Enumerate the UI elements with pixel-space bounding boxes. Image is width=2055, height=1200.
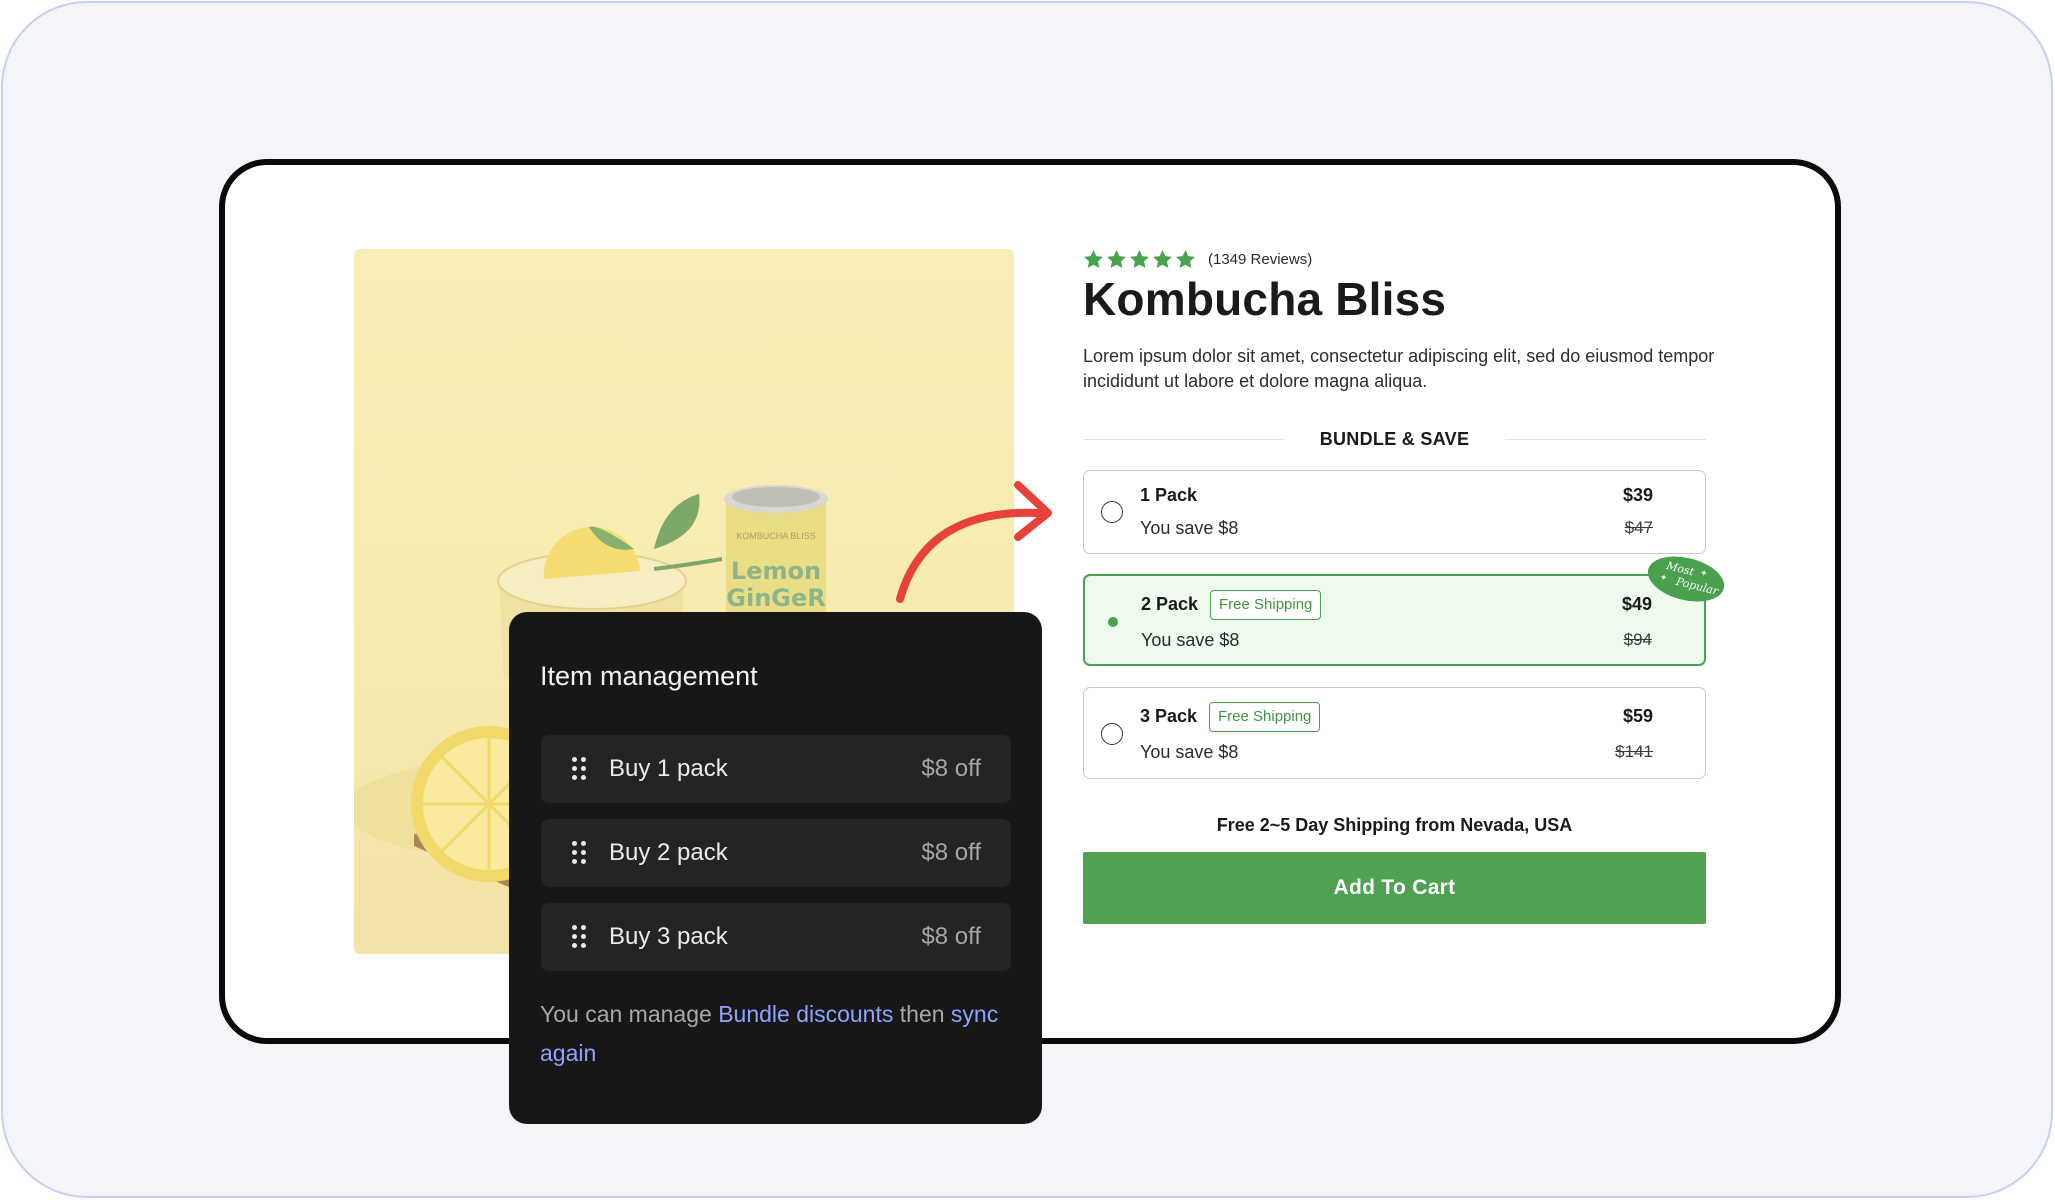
item-discount: $8 off — [921, 755, 981, 782]
option-name: 1 Pack — [1140, 485, 1198, 505]
star-icon — [1130, 249, 1149, 268]
item-label: Buy 2 pack — [609, 839, 728, 866]
drag-handle-icon[interactable] — [572, 925, 586, 949]
review-count[interactable]: (1349 Reviews) — [1208, 251, 1312, 268]
free-shipping-badge: Free Shipping — [1209, 702, 1321, 732]
radio-button[interactable] — [1101, 723, 1123, 745]
radio-button[interactable] — [1101, 501, 1123, 523]
free-shipping-badge: Free Shipping — [1210, 590, 1322, 620]
add-to-cart-button[interactable]: Add To Cart — [1083, 852, 1706, 924]
star-icon — [1084, 249, 1103, 268]
bundle-header: BUNDLE & SAVE — [1083, 428, 1706, 450]
footer-prefix: You can manage — [540, 1001, 712, 1027]
list-item[interactable]: Buy 1 pack $8 off — [541, 735, 1011, 803]
star-icon — [1176, 249, 1195, 268]
rating-row: (1349 Reviews) — [1083, 246, 1312, 272]
panel-title: Item management — [540, 661, 758, 691]
product-description: Lorem ipsum dolor sit amet, consectetur … — [1083, 346, 1715, 391]
list-item[interactable]: Buy 3 pack $8 off — [541, 903, 1011, 971]
option-price: $49 — [1621, 594, 1652, 614]
option-name: 2 Pack — [1141, 594, 1199, 614]
sparkle-icon: ✦ — [1658, 572, 1669, 585]
curved-arrow-icon — [896, 481, 1052, 603]
bundle-option-2-pack[interactable]: 2 Pack Free Shipping You save $8 $49 $94 — [1083, 574, 1706, 666]
star-icon — [1107, 249, 1126, 268]
option-price: $59 — [1622, 706, 1653, 726]
drag-handle-icon[interactable] — [572, 841, 586, 865]
popular-tag-line2: Popular — [1674, 574, 1720, 598]
bundle-option-1-pack[interactable]: 1 Pack You save $8 $39 $47 — [1083, 470, 1706, 554]
option-price: $39 — [1622, 485, 1653, 505]
bundle-option-3-pack[interactable]: 3 Pack Free Shipping You save $8 $59 $14… — [1083, 687, 1706, 779]
item-discount: $8 off — [921, 839, 981, 866]
can-brand: KOMBUCHA BLISS — [736, 531, 816, 541]
option-savings: You save $8 — [1140, 518, 1239, 538]
radio-button-selected[interactable] — [1102, 611, 1124, 633]
footer-middle: then — [899, 1001, 945, 1027]
divider — [1505, 438, 1706, 440]
option-savings: You save $8 — [1141, 630, 1240, 650]
divider — [1083, 438, 1284, 440]
drag-handle-icon[interactable] — [572, 757, 586, 781]
star-icon — [1153, 249, 1172, 268]
option-savings: You save $8 — [1140, 742, 1239, 762]
item-discount: $8 off — [921, 923, 981, 950]
bundle-discounts-link[interactable]: Bundle discounts — [718, 1001, 893, 1027]
panel-footer-text: You can manage Bundle discounts then syn… — [540, 995, 1010, 1073]
sparkle-icon: ✦ — [1698, 568, 1709, 580]
option-original-price: $141 — [1615, 742, 1653, 761]
item-label: Buy 1 pack — [609, 755, 728, 782]
option-original-price: $47 — [1624, 518, 1653, 537]
can-flavor-line2: GinGeR — [726, 584, 825, 612]
option-name: 3 Pack — [1140, 706, 1198, 726]
list-item[interactable]: Buy 2 pack $8 off — [541, 819, 1011, 887]
star-rating — [1083, 249, 1196, 270]
product-title: Kombucha Bliss — [1083, 273, 1447, 325]
option-original-price: $94 — [1623, 630, 1652, 649]
item-label: Buy 3 pack — [609, 923, 728, 950]
can-flavor-line1: Lemon — [731, 557, 821, 585]
bundle-header-label: BUNDLE & SAVE — [1319, 428, 1470, 449]
item-management-panel: Item management Buy 1 pack $8 off Buy 2 … — [509, 612, 1042, 1124]
shipping-note: Free 2~5 Day Shipping from Nevada, USA — [1216, 815, 1573, 835]
